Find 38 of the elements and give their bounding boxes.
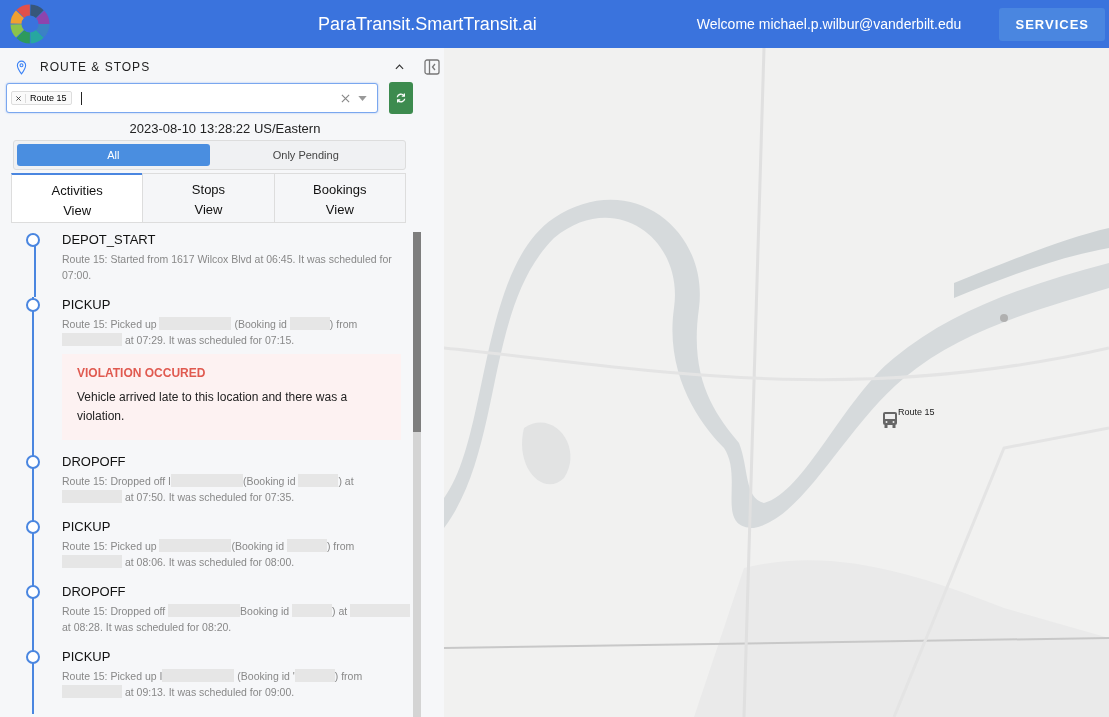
view-tab[interactable]: Bookings View bbox=[273, 173, 406, 223]
timeline-node bbox=[26, 233, 40, 247]
violation-message: Vehicle arrived late to this location and there was a violation. bbox=[77, 389, 349, 425]
activity-type: DROPOFF bbox=[62, 454, 127, 469]
remove-icon[interactable] bbox=[16, 95, 21, 101]
activity-type: PICKUP bbox=[62, 297, 112, 312]
activity-type: DROPOFF bbox=[62, 584, 127, 599]
location-pin-icon bbox=[16, 59, 27, 75]
section-title: ROUTE & STOPS bbox=[40, 60, 151, 74]
view-tab[interactable]: Activities View bbox=[11, 173, 144, 223]
activity-type: DEPOT_START bbox=[62, 232, 157, 247]
vehicle-label: Route 15 bbox=[898, 407, 935, 417]
activity-type: PICKUP bbox=[62, 649, 112, 664]
view-tab[interactable]: Stops View bbox=[142, 173, 275, 223]
dropdown-caret-icon[interactable] bbox=[358, 95, 367, 101]
activity-description: Route 15: Picked up I (Booking id ' ) from at 09:13. It was scheduled for 09:00. bbox=[62, 668, 364, 700]
filter-option[interactable]: Only Pending bbox=[209, 144, 402, 166]
logo-icon bbox=[10, 4, 50, 44]
refresh-button[interactable] bbox=[389, 82, 413, 114]
activity-description: Route 15: Dropped off Booking id ) at at 08:28. It was scheduled for 08:20. bbox=[62, 603, 411, 635]
services-button[interactable]: SERVICES bbox=[999, 7, 1105, 41]
collapse-caret-icon[interactable] bbox=[395, 64, 404, 70]
route-chip[interactable]: Route 15 bbox=[11, 91, 72, 105]
route-select[interactable]: Route 15 bbox=[6, 83, 378, 113]
violation-title: VIOLATION OCCURED bbox=[77, 366, 207, 380]
activity-description: Route 15: Picked up (Booking id ) from at 08:06. It was scheduled for 08:00. bbox=[62, 538, 356, 570]
activity-description: Route 15: Picked up (Booking id ) from at 07:29. It was scheduled for 07:15. bbox=[62, 316, 359, 348]
scrollbar[interactable] bbox=[413, 232, 421, 717]
bus-icon[interactable] bbox=[882, 411, 898, 429]
refresh-icon bbox=[395, 92, 407, 104]
activity-description: Route 15: Dropped off I (Booking id ) at at 07:50. It was scheduled for 07:35. bbox=[62, 473, 355, 505]
welcome-text: Welcome michael.p.wilbur@vanderbilt.edu bbox=[696, 16, 962, 32]
app-title: ParaTransit.SmartTransit.ai bbox=[318, 13, 537, 35]
timestamp: 2023-08-10 13:28:22 US/Eastern bbox=[128, 121, 322, 136]
clear-icon[interactable] bbox=[341, 93, 350, 103]
activity-description: Route 15: Started from 1617 Wilcox Blvd at 06:45. It was scheduled for 07:00. bbox=[62, 252, 393, 283]
activity-type: PICKUP bbox=[62, 519, 112, 534]
sidebar-toggle-icon[interactable] bbox=[424, 59, 440, 75]
